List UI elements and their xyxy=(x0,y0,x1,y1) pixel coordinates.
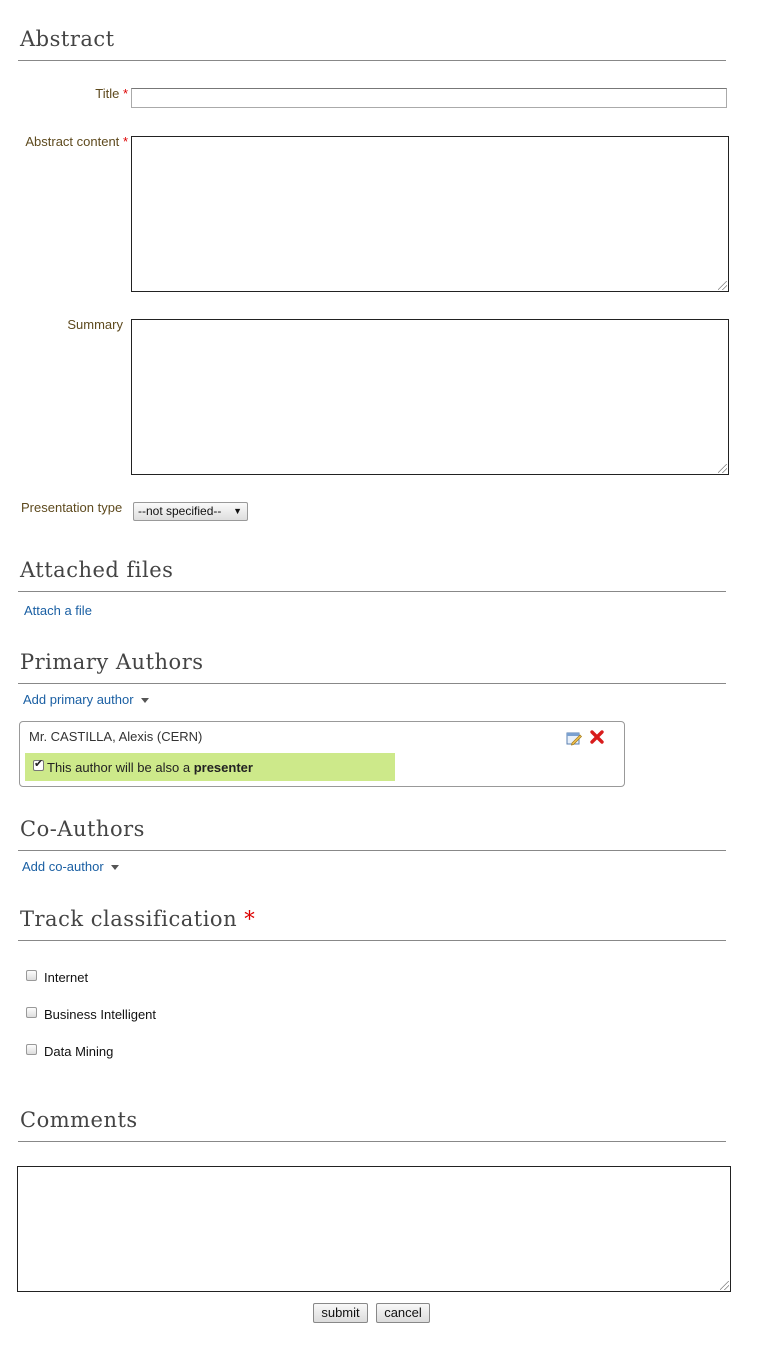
summary-textarea[interactable] xyxy=(131,319,729,475)
track-checkbox-internet[interactable] xyxy=(26,970,37,981)
track-label-internet: Internet xyxy=(44,970,89,985)
attached-files-divider xyxy=(18,591,726,592)
select-arrow-icon: ▼ xyxy=(233,506,242,516)
co-authors-heading: Co-Authors xyxy=(20,817,145,841)
track-label-business-intelligent: Business Intelligent xyxy=(44,1007,157,1022)
presentation-type-label: Presentation type xyxy=(21,500,123,515)
title-input[interactable] xyxy=(131,88,727,108)
presentation-type-select[interactable]: --not specified-- ▼ xyxy=(133,502,248,521)
submit-button[interactable]: submit xyxy=(313,1303,368,1323)
add-primary-author-button[interactable]: Add primary author xyxy=(23,692,149,707)
presenter-label: This author will be also a presenter xyxy=(47,760,253,775)
attached-files-heading: Attached files xyxy=(20,558,174,582)
summary-label: Summary xyxy=(67,317,123,332)
abstract-content-textarea[interactable] xyxy=(131,136,729,292)
track-checkbox-data-mining[interactable] xyxy=(26,1044,37,1055)
track-checkbox-business-intelligent[interactable] xyxy=(26,1007,37,1018)
co-authors-divider xyxy=(18,850,726,851)
caret-down-icon xyxy=(140,698,149,704)
resize-handle-icon[interactable] xyxy=(718,464,727,473)
edit-pencil-icon[interactable] xyxy=(566,730,582,746)
cancel-button[interactable]: cancel xyxy=(376,1303,430,1323)
primary-authors-divider xyxy=(18,683,726,684)
track-classification-divider xyxy=(18,940,726,941)
comments-heading: Comments xyxy=(20,1108,138,1132)
track-label-data-mining: Data Mining xyxy=(44,1044,114,1059)
abstract-divider xyxy=(18,60,726,61)
comments-divider xyxy=(18,1141,726,1142)
required-mark: * xyxy=(244,907,256,931)
comments-textarea[interactable] xyxy=(17,1166,731,1292)
abstract-heading: Abstract xyxy=(20,27,115,51)
remove-author-icon[interactable] xyxy=(589,729,605,745)
presenter-checkbox[interactable]: ✔ xyxy=(33,758,44,771)
checkmark-icon: ✔ xyxy=(34,758,44,770)
presenter-highlight: ✔ This author will be also a presenter xyxy=(25,753,395,781)
title-label: Title * xyxy=(95,86,128,101)
resize-handle-icon[interactable] xyxy=(718,281,727,290)
primary-authors-heading: Primary Authors xyxy=(20,650,204,674)
add-co-author-button[interactable]: Add co-author xyxy=(22,859,119,874)
caret-down-icon xyxy=(110,865,119,871)
primary-author-card: Mr. CASTILLA, Alexis (CERN) ✔ This autho… xyxy=(19,721,625,787)
attach-file-link[interactable]: Attach a file xyxy=(24,603,92,618)
abstract-content-label: Abstract content * xyxy=(25,134,128,149)
track-classification-heading: Track classification * xyxy=(20,907,256,931)
author-name: Mr. CASTILLA, Alexis (CERN) xyxy=(29,729,203,744)
resize-handle-icon[interactable] xyxy=(720,1281,729,1290)
